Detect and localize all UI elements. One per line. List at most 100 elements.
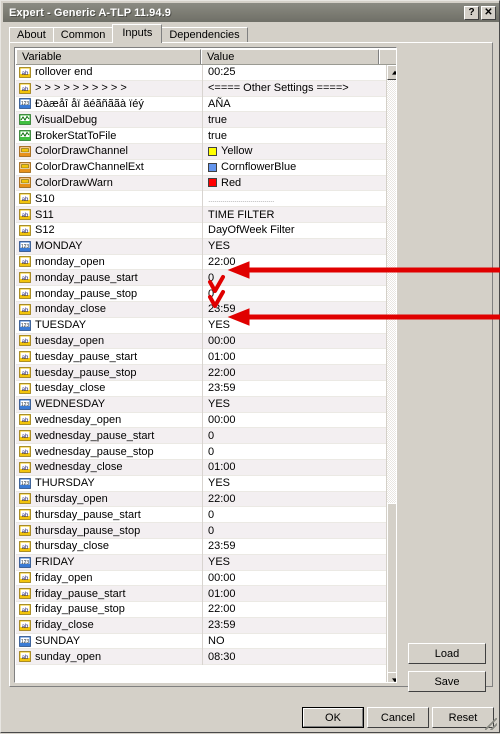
variable-cell[interactable]: 123 MONDAY — [16, 240, 202, 252]
grid-vertical-scrollbar[interactable] — [386, 65, 396, 682]
table-row[interactable]: 123 FRIDAY YES — [16, 554, 396, 571]
variable-cell[interactable]: 123 TUESDAY — [16, 319, 202, 331]
value-cell[interactable]: CornflowerBlue — [202, 159, 396, 176]
tab-dependencies[interactable]: Dependencies — [161, 27, 248, 43]
variable-cell[interactable]: ab thursday_pause_stop — [16, 525, 202, 537]
table-row[interactable]: 123 Ðàæåî åï ãéãñããà ïéý AÑA — [16, 96, 396, 113]
table-row[interactable]: ab wednesday_close 01:00 — [16, 459, 396, 476]
help-icon[interactable]: ? — [464, 5, 479, 20]
variable-cell[interactable]: ab wednesday_close — [16, 461, 202, 473]
table-row[interactable]: 123 MONDAY YES — [16, 238, 396, 255]
value-cell[interactable]: 23:59 — [202, 617, 396, 634]
table-row[interactable]: 123 THURSDAY YES — [16, 475, 396, 492]
table-row[interactable]: ab S10................................. — [16, 190, 396, 208]
scroll-up-icon[interactable] — [387, 65, 396, 80]
variable-cell[interactable]: ab sunday_open — [16, 651, 202, 663]
value-cell[interactable]: AÑA — [202, 96, 396, 112]
column-header-variable[interactable]: Variable — [16, 49, 201, 64]
variable-cell[interactable]: ab tuesday_close — [16, 382, 202, 394]
value-cell[interactable]: 0 — [202, 443, 396, 460]
save-button[interactable]: Save — [408, 671, 486, 692]
scrollbar-thumb[interactable] — [387, 503, 396, 682]
value-cell[interactable]: YES — [202, 554, 396, 570]
load-button[interactable]: Load — [408, 643, 486, 664]
table-row[interactable]: ab tuesday_pause_start 01:00 — [16, 348, 396, 366]
value-cell[interactable]: 08:30 — [202, 648, 396, 665]
table-row[interactable]: ab S11 TIME FILTER — [16, 206, 396, 223]
table-row[interactable]: ab friday_open 00:00 — [16, 570, 396, 587]
value-cell[interactable]: ................................. — [202, 190, 396, 207]
value-cell[interactable]: 00:25 — [202, 64, 396, 81]
variable-cell[interactable]: ab S11 — [16, 209, 202, 221]
table-row[interactable]: ab thursday_pause_stop 0 — [16, 522, 396, 539]
table-row[interactable]: ab friday_pause_start 01:00 — [16, 585, 396, 603]
table-row[interactable]: ab tuesday_open 00:00 — [16, 333, 396, 350]
table-row[interactable]: ColorDrawChannelExt CornflowerBlue — [16, 159, 396, 176]
value-cell[interactable]: 00:00 — [202, 412, 396, 428]
value-cell[interactable]: 00:00 — [202, 333, 396, 349]
value-cell[interactable]: 0 — [202, 506, 396, 523]
variable-cell[interactable]: 123 THURSDAY — [16, 477, 202, 489]
column-header-value[interactable]: Value — [201, 49, 379, 64]
variable-cell[interactable]: ab friday_pause_start — [16, 588, 202, 600]
table-row[interactable]: ColorDrawWarn Red — [16, 175, 396, 192]
tab-about[interactable]: About — [9, 27, 54, 43]
table-row[interactable]: 123 WEDNESDAY YES — [16, 396, 396, 413]
table-row[interactable]: ab rollover end 00:25 — [16, 64, 396, 81]
variable-cell[interactable]: ab thursday_pause_start — [16, 509, 202, 521]
table-row[interactable]: ab thursday_pause_start 0 — [16, 506, 396, 524]
variable-cell[interactable]: ab S12 — [16, 224, 202, 236]
table-row[interactable]: ab monday_pause_start 0 — [16, 269, 396, 287]
variable-cell[interactable]: ab tuesday_pause_stop — [16, 367, 202, 379]
cancel-button[interactable]: Cancel — [367, 707, 429, 728]
value-cell[interactable]: YES — [202, 317, 396, 334]
variable-cell[interactable]: ab rollover end — [16, 66, 202, 78]
scroll-down-icon[interactable] — [387, 672, 396, 682]
value-cell[interactable]: 23:59 — [202, 538, 396, 555]
ok-button[interactable]: OK — [302, 707, 364, 728]
variable-cell[interactable]: ColorDrawChannel — [16, 145, 202, 157]
value-cell[interactable]: YES — [202, 238, 396, 255]
value-cell[interactable]: Red — [202, 175, 396, 191]
table-row[interactable]: ab monday_open 22:00 — [16, 254, 396, 271]
table-row[interactable]: ab tuesday_close 23:59 — [16, 380, 396, 397]
value-cell[interactable]: true — [202, 111, 396, 128]
variable-cell[interactable]: ab friday_close — [16, 619, 202, 631]
variable-cell[interactable]: ab wednesday_pause_start — [16, 430, 202, 442]
value-cell[interactable]: 00:00 — [202, 570, 396, 586]
table-row[interactable]: ab thursday_close 23:59 — [16, 538, 396, 555]
variable-cell[interactable]: ab thursday_close — [16, 540, 202, 552]
table-row[interactable]: ColorDrawChannel Yellow — [16, 143, 396, 160]
table-row[interactable]: ab friday_pause_stop 22:00 — [16, 601, 396, 618]
table-row[interactable]: 123 SUNDAY NO — [16, 633, 396, 650]
table-row[interactable]: BrokerStatToFile true — [16, 127, 396, 144]
variable-cell[interactable]: ab monday_pause_stop — [16, 288, 202, 300]
variable-cell[interactable]: ab thursday_open — [16, 493, 202, 505]
value-cell[interactable]: NO — [202, 633, 396, 649]
table-row[interactable]: ab wednesday_pause_stop 0 — [16, 443, 396, 460]
variable-cell[interactable]: ab friday_open — [16, 572, 202, 584]
value-cell[interactable]: YES — [202, 396, 396, 413]
value-cell[interactable]: 0 — [202, 427, 396, 444]
value-cell[interactable]: 01:00 — [202, 585, 396, 602]
variable-cell[interactable]: ab tuesday_pause_start — [16, 351, 202, 363]
variable-cell[interactable]: ab S10 — [16, 193, 202, 205]
variable-cell[interactable]: BrokerStatToFile — [16, 130, 202, 142]
value-cell[interactable]: YES — [202, 475, 396, 492]
variable-cell[interactable]: ColorDrawChannelExt — [16, 161, 202, 173]
table-row[interactable]: ab monday_close 23:59 — [16, 301, 396, 318]
value-cell[interactable]: <==== Other Settings ====> — [202, 80, 396, 97]
close-icon[interactable]: ✕ — [481, 5, 496, 20]
table-row[interactable]: ab thursday_open 22:00 — [16, 491, 396, 508]
variable-cell[interactable]: ab tuesday_open — [16, 335, 202, 347]
value-cell[interactable]: 22:00 — [202, 491, 396, 507]
table-row[interactable]: ab monday_pause_stop 0 — [16, 285, 396, 302]
value-cell[interactable]: DayOfWeek Filter — [202, 222, 396, 239]
table-row[interactable]: ab > > > > > > > > > > <==== Other Setting… — [16, 80, 396, 97]
value-cell[interactable]: 22:00 — [202, 364, 396, 381]
table-row[interactable]: ab S12 DayOfWeek Filter — [16, 222, 396, 239]
variable-cell[interactable]: ab wednesday_open — [16, 414, 202, 426]
table-row[interactable]: ab wednesday_open 00:00 — [16, 412, 396, 429]
table-row[interactable]: ab sunday_open 08:30 — [16, 648, 396, 666]
value-cell[interactable]: 01:00 — [202, 459, 396, 476]
